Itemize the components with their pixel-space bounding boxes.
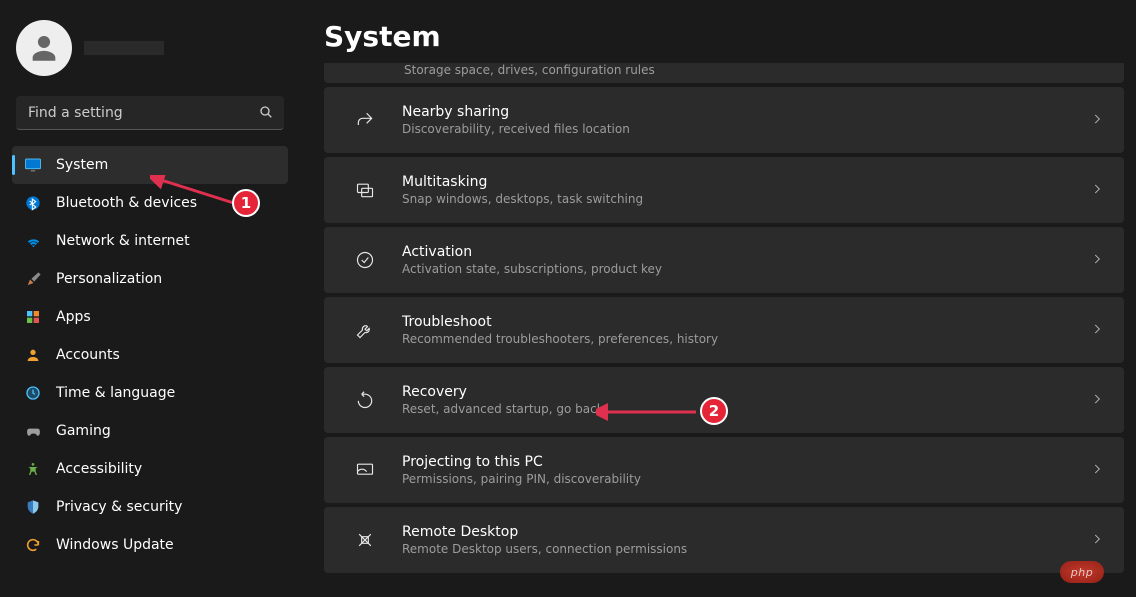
- sidebar-item-label: Privacy & security: [56, 499, 182, 515]
- settings-row-subtitle: Snap windows, desktops, task switching: [402, 192, 1090, 206]
- sidebar: System Bluetooth & devices Network & int…: [0, 0, 300, 597]
- chevron-right-icon: [1090, 461, 1104, 480]
- sidebar-item-accounts[interactable]: Accounts: [12, 336, 288, 374]
- sidebar-item-apps[interactable]: Apps: [12, 298, 288, 336]
- chevron-right-icon: [1090, 251, 1104, 270]
- share-icon: [344, 110, 386, 130]
- settings-row-subtitle: Reset, advanced startup, go back: [402, 402, 1090, 416]
- settings-row-subtitle: Storage space, drives, configuration rul…: [404, 63, 655, 77]
- annotation-badge-1: 1: [232, 189, 260, 217]
- sidebar-item-time-language[interactable]: Time & language: [12, 374, 288, 412]
- search-input[interactable]: [16, 96, 284, 130]
- chevron-right-icon: [1090, 181, 1104, 200]
- settings-row-multitasking[interactable]: Multitasking Snap windows, desktops, tas…: [324, 157, 1124, 223]
- person-icon: [27, 31, 61, 65]
- account-icon: [24, 346, 42, 364]
- settings-row-projecting[interactable]: Projecting to this PC Permissions, pairi…: [324, 437, 1124, 503]
- wifi-icon: [24, 232, 42, 250]
- apps-icon: [24, 308, 42, 326]
- main-content: System Storage space, drives, configurat…: [300, 0, 1136, 597]
- avatar: [16, 20, 72, 76]
- sidebar-item-label: Network & internet: [56, 233, 190, 249]
- search-icon: [258, 104, 274, 124]
- sidebar-item-privacy-security[interactable]: Privacy & security: [12, 488, 288, 526]
- chevron-right-icon: [1090, 531, 1104, 550]
- profile-area[interactable]: [8, 12, 292, 92]
- settings-row-activation[interactable]: Activation Activation state, subscriptio…: [324, 227, 1124, 293]
- recovery-icon: [344, 390, 386, 410]
- settings-row-remote-desktop[interactable]: Remote Desktop Remote Desktop users, con…: [324, 507, 1124, 573]
- shield-icon: [24, 498, 42, 516]
- annotation-arrow-2: [596, 402, 706, 422]
- sidebar-item-label: System: [56, 157, 108, 173]
- search-box[interactable]: [16, 96, 284, 130]
- bluetooth-icon: [24, 194, 42, 212]
- sidebar-item-label: Personalization: [56, 271, 162, 287]
- brush-icon: [24, 270, 42, 288]
- remote-desktop-icon: [344, 530, 386, 550]
- update-icon: [24, 536, 42, 554]
- settings-row-title: Recovery: [402, 384, 1090, 400]
- sidebar-item-windows-update[interactable]: Windows Update: [12, 526, 288, 564]
- check-circle-icon: [344, 250, 386, 270]
- sidebar-item-personalization[interactable]: Personalization: [12, 260, 288, 298]
- clock-icon: [24, 384, 42, 402]
- sidebar-item-label: Gaming: [56, 423, 111, 439]
- user-name-placeholder: [84, 41, 164, 55]
- chevron-right-icon: [1090, 391, 1104, 410]
- sidebar-item-label: Time & language: [56, 385, 175, 401]
- settings-row-nearby-sharing[interactable]: Nearby sharing Discoverability, received…: [324, 87, 1124, 153]
- settings-row-title: Troubleshoot: [402, 314, 1090, 330]
- sidebar-item-label: Accessibility: [56, 461, 142, 477]
- settings-row-troubleshoot[interactable]: Troubleshoot Recommended troubleshooters…: [324, 297, 1124, 363]
- settings-row-subtitle: Remote Desktop users, connection permiss…: [402, 542, 1090, 556]
- settings-row-title: Nearby sharing: [402, 104, 1090, 120]
- sidebar-item-label: Windows Update: [56, 537, 174, 553]
- settings-row-title: Activation: [402, 244, 1090, 260]
- settings-row-subtitle: Discoverability, received files location: [402, 122, 1090, 136]
- monitor-icon: [24, 156, 42, 174]
- sidebar-item-accessibility[interactable]: Accessibility: [12, 450, 288, 488]
- settings-row-subtitle: Recommended troubleshooters, preferences…: [402, 332, 1090, 346]
- settings-row-subtitle: Permissions, pairing PIN, discoverabilit…: [402, 472, 1090, 486]
- annotation-badge-2: 2: [700, 397, 728, 425]
- sidebar-item-label: Accounts: [56, 347, 120, 363]
- watermark: php: [1060, 561, 1104, 583]
- accessibility-icon: [24, 460, 42, 478]
- multitasking-icon: [344, 180, 386, 200]
- projecting-icon: [344, 460, 386, 480]
- sidebar-item-label: Apps: [56, 309, 91, 325]
- settings-row-subtitle: Activation state, subscriptions, product…: [402, 262, 1090, 276]
- chevron-right-icon: [1090, 111, 1104, 130]
- settings-row-title: Projecting to this PC: [402, 454, 1090, 470]
- sidebar-item-gaming[interactable]: Gaming: [12, 412, 288, 450]
- wrench-icon: [344, 320, 386, 340]
- settings-row-title: Remote Desktop: [402, 524, 1090, 540]
- settings-row-storage-partial[interactable]: Storage space, drives, configuration rul…: [324, 63, 1124, 83]
- settings-row-recovery[interactable]: Recovery Reset, advanced startup, go bac…: [324, 367, 1124, 433]
- sidebar-item-network-internet[interactable]: Network & internet: [12, 222, 288, 260]
- settings-panel: Storage space, drives, configuration rul…: [324, 63, 1124, 597]
- chevron-right-icon: [1090, 321, 1104, 340]
- settings-row-title: Multitasking: [402, 174, 1090, 190]
- page-title: System: [324, 20, 1124, 53]
- gamepad-icon: [24, 422, 42, 440]
